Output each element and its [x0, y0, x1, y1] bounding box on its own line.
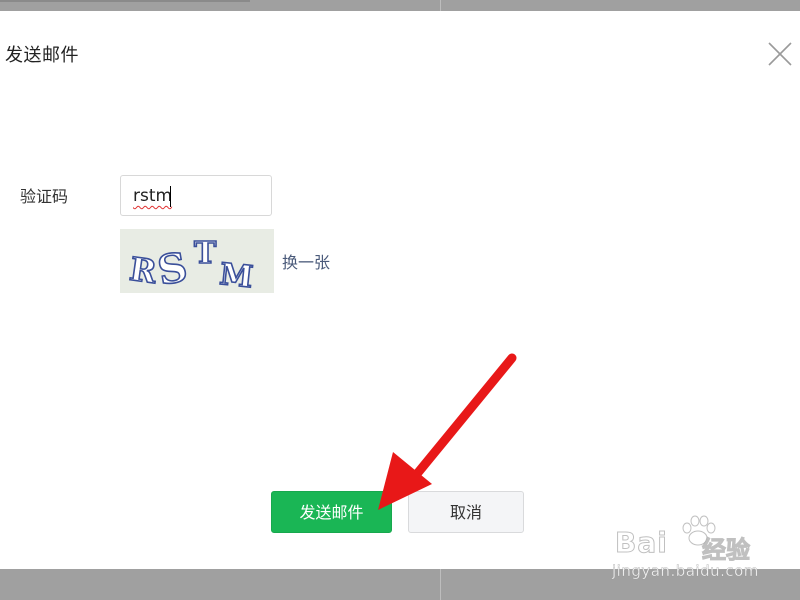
send-mail-button[interactable]: 发送邮件	[271, 491, 392, 533]
svg-text:S: S	[154, 243, 191, 293]
captcha-label: 验证码	[20, 187, 69, 206]
dialog-title: 发送邮件	[5, 45, 79, 66]
captcha-input-value: rstm	[133, 186, 173, 206]
svg-text:M: M	[218, 257, 255, 293]
text-caret	[170, 186, 171, 207]
backdrop-strip	[0, 0, 250, 2]
refresh-captcha-link[interactable]: 换一张	[282, 249, 330, 273]
svg-text:T: T	[194, 236, 217, 271]
close-button[interactable]	[766, 40, 794, 68]
cancel-button[interactable]: 取消	[408, 491, 524, 533]
close-icon	[768, 42, 792, 66]
send-mail-dialog: 发送邮件 验证码 rstm R S T M 换一张 发送邮件 取消	[0, 11, 800, 569]
captcha-image: R S T M	[120, 229, 274, 296]
captcha-input[interactable]: rstm	[120, 175, 272, 216]
